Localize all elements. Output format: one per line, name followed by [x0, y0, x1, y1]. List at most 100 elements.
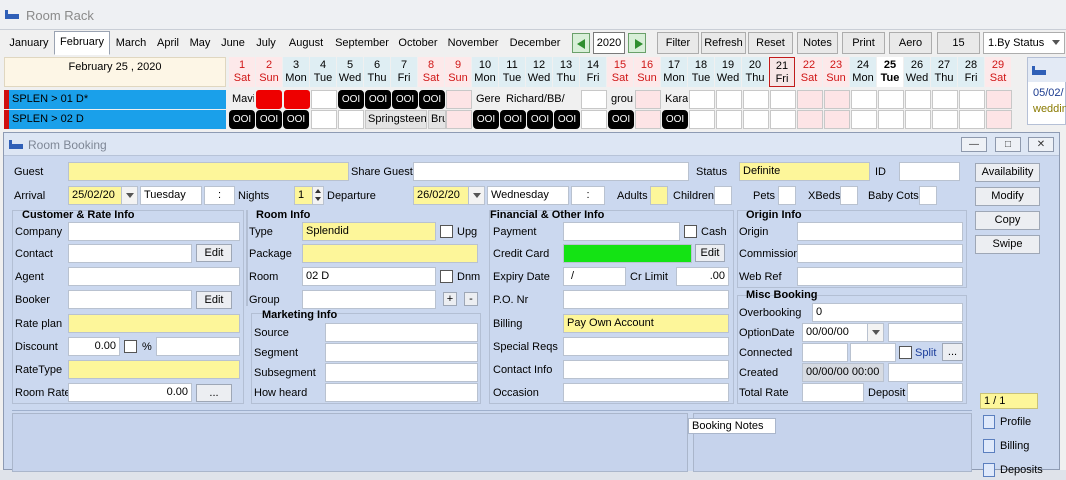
chevron-down-icon[interactable]: [468, 187, 484, 204]
profile-button[interactable]: Profile: [980, 412, 1052, 432]
tab-december[interactable]: December: [504, 32, 566, 54]
booking-block[interactable]: Springsteen: [365, 110, 427, 129]
arrival-time-field[interactable]: :: [204, 186, 235, 205]
connected-room-field[interactable]: [850, 343, 896, 362]
tab-may[interactable]: May: [184, 32, 216, 54]
day-header[interactable]: 17 Mon: [661, 57, 687, 87]
id-field[interactable]: [899, 162, 960, 181]
tab-january[interactable]: January: [4, 32, 54, 54]
previous-year-button[interactable]: [572, 33, 590, 53]
cash-checkbox[interactable]: [684, 225, 697, 238]
booking-block[interactable]: [284, 90, 310, 109]
discount-percent-checkbox[interactable]: [124, 340, 137, 353]
rack-cell[interactable]: [581, 110, 607, 129]
rack-cell[interactable]: [689, 90, 715, 109]
rack-cell[interactable]: [716, 90, 742, 109]
rack-cell[interactable]: [797, 110, 823, 129]
rack-cell[interactable]: [446, 110, 472, 129]
tab-april[interactable]: April: [152, 32, 184, 54]
tab-february[interactable]: February: [54, 31, 110, 55]
rack-cell[interactable]: [635, 90, 661, 109]
ooi-block[interactable]: OOI: [527, 110, 553, 129]
room-rate-field[interactable]: 0.00: [68, 383, 192, 402]
guest-notes-box[interactable]: [12, 413, 688, 472]
tab-june[interactable]: June: [216, 32, 250, 54]
do-not-move-checkbox[interactable]: [440, 270, 453, 283]
guest-field[interactable]: [68, 162, 349, 181]
day-header[interactable]: 3 Mon: [283, 57, 309, 87]
ooi-block[interactable]: OOI: [365, 90, 391, 109]
rack-cell[interactable]: [959, 90, 985, 109]
day-header[interactable]: 19 Wed: [715, 57, 741, 87]
ooi-block[interactable]: OOI: [419, 90, 445, 109]
rack-cell[interactable]: [905, 110, 931, 129]
ooi-block[interactable]: OOI: [662, 110, 688, 129]
rack-cell[interactable]: [770, 90, 796, 109]
ooi-block[interactable]: OOI: [554, 110, 580, 129]
days-count-button[interactable]: 15: [937, 32, 980, 54]
notes-button[interactable]: Notes: [797, 32, 838, 54]
rack-cell[interactable]: [338, 110, 364, 129]
view-mode-select[interactable]: 1.By Status: [983, 32, 1065, 54]
subsegment-field[interactable]: [325, 363, 478, 382]
day-header[interactable]: 8 Sat: [418, 57, 444, 87]
option-extra-field[interactable]: [888, 323, 963, 342]
print-button[interactable]: Print: [842, 32, 885, 54]
day-header[interactable]: 10 Mon: [472, 57, 498, 87]
booking-block[interactable]: Richard/BB/: [503, 90, 566, 109]
overbooking-field[interactable]: 0: [812, 303, 963, 322]
availability-button[interactable]: Availability: [975, 163, 1040, 182]
credit-limit-field[interactable]: .00: [676, 267, 729, 286]
split-checkbox[interactable]: [899, 346, 912, 359]
company-field[interactable]: [68, 222, 240, 241]
xbeds-field[interactable]: [840, 186, 858, 205]
origin-field[interactable]: [797, 222, 963, 241]
credit-card-field[interactable]: [563, 244, 692, 263]
rack-cell[interactable]: [635, 110, 661, 129]
day-header[interactable]: 1 Sat: [229, 57, 255, 87]
booking-block[interactable]: grou: [608, 90, 635, 109]
discount-field[interactable]: 0.00: [68, 337, 120, 356]
ooi-block[interactable]: OOI: [256, 110, 282, 129]
payment-field[interactable]: [563, 222, 680, 241]
billing-field[interactable]: Pay Own Account: [563, 314, 729, 333]
day-header[interactable]: 11 Tue: [499, 57, 525, 87]
day-header[interactable]: 25 Tue: [877, 57, 903, 87]
room-rate-more-button[interactable]: ...: [196, 384, 232, 402]
pets-field[interactable]: [778, 186, 796, 205]
tab-october[interactable]: October: [394, 32, 442, 54]
ooi-block[interactable]: OOI: [608, 110, 634, 129]
filter-button[interactable]: Filter: [657, 32, 699, 54]
rack-cell[interactable]: [770, 110, 796, 129]
rack-cell[interactable]: [932, 110, 958, 129]
record-pager[interactable]: 1 / 1: [980, 393, 1038, 409]
web-ref-field[interactable]: [797, 267, 963, 286]
share-guest-field[interactable]: [413, 162, 689, 181]
day-header[interactable]: 22 Sat: [796, 57, 822, 87]
rack-cell[interactable]: [986, 110, 1012, 129]
modify-button[interactable]: Modify: [975, 187, 1040, 206]
baby-cots-field[interactable]: [919, 186, 937, 205]
tab-march[interactable]: March: [110, 32, 152, 54]
minimize-button[interactable]: —: [961, 137, 987, 152]
day-header[interactable]: 21 Fri: [769, 57, 795, 87]
chevron-down-icon[interactable]: [867, 324, 883, 341]
ooi-block[interactable]: OOI: [283, 110, 309, 129]
rack-cell[interactable]: [851, 110, 877, 129]
discount-reason-field[interactable]: [156, 337, 240, 356]
special-reqs-field[interactable]: [563, 337, 729, 356]
rack-cell[interactable]: [878, 110, 904, 129]
rack-cell[interactable]: [824, 110, 850, 129]
rack-cell[interactable]: [878, 90, 904, 109]
day-header[interactable]: 24 Mon: [850, 57, 876, 87]
aero-button[interactable]: Aero: [889, 32, 932, 54]
close-button[interactable]: ✕: [1028, 137, 1054, 152]
booking-block[interactable]: [256, 90, 282, 109]
reset-button[interactable]: Reset: [748, 32, 793, 54]
adults-field[interactable]: [650, 186, 668, 205]
po-number-field[interactable]: [563, 290, 729, 309]
rack-cell[interactable]: [932, 90, 958, 109]
room-field[interactable]: 02 D: [302, 267, 436, 286]
rack-cell[interactable]: [689, 110, 715, 129]
booking-block[interactable]: Mavi: [229, 90, 255, 109]
